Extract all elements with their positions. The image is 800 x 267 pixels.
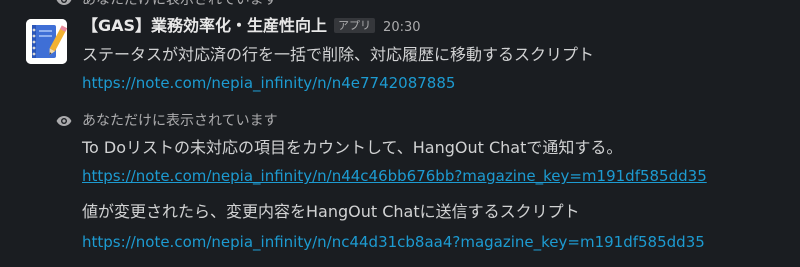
avatar[interactable]: [26, 19, 67, 64]
message-link[interactable]: https://note.com/nepia_infinity/n/n44c46…: [82, 166, 707, 186]
sender-name[interactable]: 【GAS】業務効率化・生産性向上: [82, 15, 327, 37]
message-text: ステータスが対応済の行を一括で削除、対応履歴に移動するスクリプト: [82, 45, 595, 64]
message-link[interactable]: https://note.com/nepia_infinity/n/nc44d3…: [82, 232, 705, 252]
message-text: 値が変更されたら、変更内容をHangOut Chatに送信するスクリプト: [82, 202, 580, 221]
message-text: To Doリストの未対応の項目をカウントして、HangOut Chatで通知する…: [82, 138, 623, 157]
message-header: 【GAS】業務効率化・生産性向上 アプリ 20:30: [82, 15, 421, 37]
notebook-pencil-icon: [26, 19, 67, 64]
eye-icon: [56, 0, 72, 6]
message-link[interactable]: https://note.com/nepia_infinity/n/n4e774…: [82, 73, 455, 93]
message-pane: あなただけに表示されています 【GAS】業務効率化・生産性向上 アプリ 20:3…: [0, 0, 800, 267]
eye-icon: [56, 115, 72, 127]
only-visible-to-you-notice: あなただけに表示されています: [82, 0, 278, 8]
only-visible-to-you-notice: あなただけに表示されています: [82, 113, 278, 129]
timestamp[interactable]: 20:30: [383, 20, 420, 35]
app-badge: アプリ: [334, 18, 376, 33]
